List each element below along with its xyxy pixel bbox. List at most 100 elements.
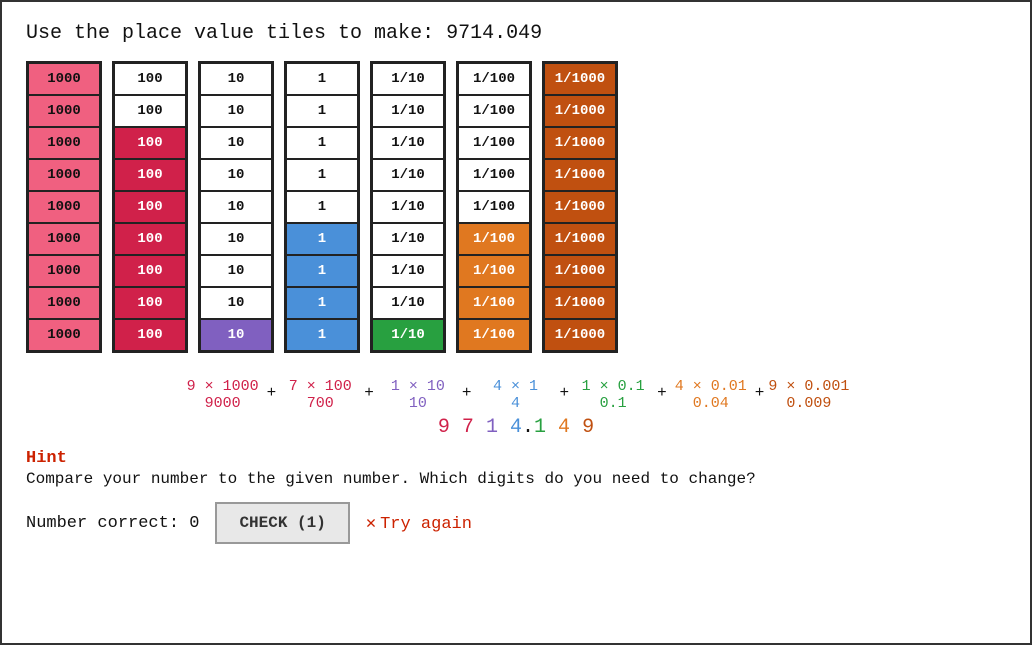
check-button[interactable]: CHECK (1) — [215, 502, 349, 544]
digit-span — [450, 416, 462, 439]
tile-column-tens: 101010101010101010 — [198, 61, 274, 353]
list-item[interactable]: 100 — [114, 255, 186, 287]
digit-span: 4 — [558, 416, 570, 439]
list-item[interactable]: 1 — [286, 287, 358, 319]
combined-number: 9 7 1 4.1 4 9 — [438, 416, 594, 439]
list-item[interactable]: 1/10 — [372, 63, 444, 95]
list-item[interactable]: 10 — [200, 63, 272, 95]
try-again-button[interactable]: ✕Try again — [366, 513, 472, 534]
list-item[interactable]: 1000 — [28, 63, 100, 95]
list-item[interactable]: 1/100 — [458, 319, 530, 351]
list-item[interactable]: 1000 — [28, 223, 100, 255]
plus-sign: + — [755, 367, 765, 411]
list-item[interactable]: 1 — [286, 127, 358, 159]
tile-stack-thousands: 100010001000100010001000100010001000 — [26, 61, 102, 353]
list-item[interactable]: 100 — [114, 127, 186, 159]
list-item[interactable]: 1/1000 — [544, 159, 616, 191]
list-item[interactable]: 1 — [286, 95, 358, 127]
eq-bottom-tenths: 0.1 — [573, 395, 653, 412]
list-item[interactable]: 1/1000 — [544, 255, 616, 287]
list-item[interactable]: 100 — [114, 63, 186, 95]
list-item[interactable]: 1 — [286, 223, 358, 255]
list-item[interactable]: 1/1000 — [544, 223, 616, 255]
list-item[interactable]: 1 — [286, 191, 358, 223]
list-item[interactable]: 1/100 — [458, 223, 530, 255]
tile-stack-hundredths: 1/1001/1001/1001/1001/1001/1001/1001/100… — [456, 61, 532, 353]
plus-sign: + — [657, 367, 667, 411]
list-item[interactable]: 100 — [114, 287, 186, 319]
list-item[interactable]: 1000 — [28, 95, 100, 127]
list-item[interactable]: 1000 — [28, 255, 100, 287]
list-item[interactable]: 1/10 — [372, 319, 444, 351]
list-item[interactable]: 1/100 — [458, 127, 530, 159]
tile-column-ones: 111111111 — [284, 61, 360, 353]
list-item[interactable]: 1/100 — [458, 255, 530, 287]
list-item[interactable]: 1/100 — [458, 159, 530, 191]
list-item[interactable]: 1000 — [28, 319, 100, 351]
list-item[interactable]: 1/100 — [458, 287, 530, 319]
plus-sign: + — [267, 367, 277, 411]
combined-number-row: 9 7 1 4.1 4 9 — [26, 416, 1006, 439]
list-item[interactable]: 10 — [200, 319, 272, 351]
list-item[interactable]: 1000 — [28, 287, 100, 319]
list-item[interactable]: 10 — [200, 287, 272, 319]
list-item[interactable]: 1000 — [28, 159, 100, 191]
digit-span — [546, 416, 558, 439]
eq-bottom-ones: 4 — [475, 395, 555, 412]
list-item[interactable]: 100 — [114, 319, 186, 351]
list-item[interactable]: 1000 — [28, 191, 100, 223]
page-title: Use the place value tiles to make: 9714.… — [26, 22, 1006, 45]
list-item[interactable]: 1 — [286, 159, 358, 191]
tile-column-tenths: 1/101/101/101/101/101/101/101/101/10 — [370, 61, 446, 353]
eq-top-hundreds: 7 × 100 — [280, 378, 360, 395]
list-item[interactable]: 1/1000 — [544, 319, 616, 351]
list-item[interactable]: 100 — [114, 95, 186, 127]
list-item[interactable]: 1/1000 — [544, 95, 616, 127]
list-item[interactable]: 10 — [200, 95, 272, 127]
list-item[interactable]: 1/10 — [372, 255, 444, 287]
list-item[interactable]: 100 — [114, 159, 186, 191]
list-item[interactable]: 1/10 — [372, 127, 444, 159]
list-item[interactable]: 1 — [286, 255, 358, 287]
digit-span: 4 — [510, 416, 522, 439]
list-item[interactable]: 1/100 — [458, 191, 530, 223]
list-item[interactable]: 1 — [286, 319, 358, 351]
list-item[interactable]: 1/10 — [372, 287, 444, 319]
list-item[interactable]: 1/100 — [458, 95, 530, 127]
list-item[interactable]: 1/1000 — [544, 63, 616, 95]
list-item[interactable]: 10 — [200, 127, 272, 159]
hint-title: Hint — [26, 449, 1006, 468]
list-item[interactable]: 1/10 — [372, 223, 444, 255]
list-item[interactable]: 1 — [286, 63, 358, 95]
plus-sign: + — [559, 367, 569, 411]
list-item[interactable]: 1000 — [28, 127, 100, 159]
equation-hundredths: 4 × 0.010.04 — [671, 378, 751, 412]
equation-thousandths: 9 × 0.0010.009 — [768, 378, 849, 412]
tile-stack-thousandths: 1/10001/10001/10001/10001/10001/10001/10… — [542, 61, 618, 353]
list-item[interactable]: 1/100 — [458, 63, 530, 95]
list-item[interactable]: 1/1000 — [544, 287, 616, 319]
list-item[interactable]: 10 — [200, 191, 272, 223]
digit-span: 9 — [582, 416, 594, 439]
tile-stack-hundreds: 100100100100100100100100100 — [112, 61, 188, 353]
list-item[interactable]: 10 — [200, 223, 272, 255]
tile-column-hundredths: 1/1001/1001/1001/1001/1001/1001/1001/100… — [456, 61, 532, 353]
digit-span — [474, 416, 486, 439]
list-item[interactable]: 10 — [200, 159, 272, 191]
list-item[interactable]: 1/1000 — [544, 191, 616, 223]
list-item[interactable]: 100 — [114, 191, 186, 223]
eq-top-ones: 4 × 1 — [475, 378, 555, 395]
eq-bottom-hundreds: 700 — [280, 395, 360, 412]
list-item[interactable]: 1/10 — [372, 191, 444, 223]
number-correct: Number correct: 0 — [26, 514, 199, 533]
tile-stack-tenths: 1/101/101/101/101/101/101/101/101/10 — [370, 61, 446, 353]
list-item[interactable]: 10 — [200, 255, 272, 287]
list-item[interactable]: 1/1000 — [544, 127, 616, 159]
tile-stack-ones: 111111111 — [284, 61, 360, 353]
hint-text: Compare your number to the given number.… — [26, 470, 1006, 488]
list-item[interactable]: 1/10 — [372, 95, 444, 127]
eq-bottom-thousandths: 0.009 — [768, 395, 849, 412]
list-item[interactable]: 1/10 — [372, 159, 444, 191]
list-item[interactable]: 100 — [114, 223, 186, 255]
digit-span: 9 — [438, 416, 450, 439]
